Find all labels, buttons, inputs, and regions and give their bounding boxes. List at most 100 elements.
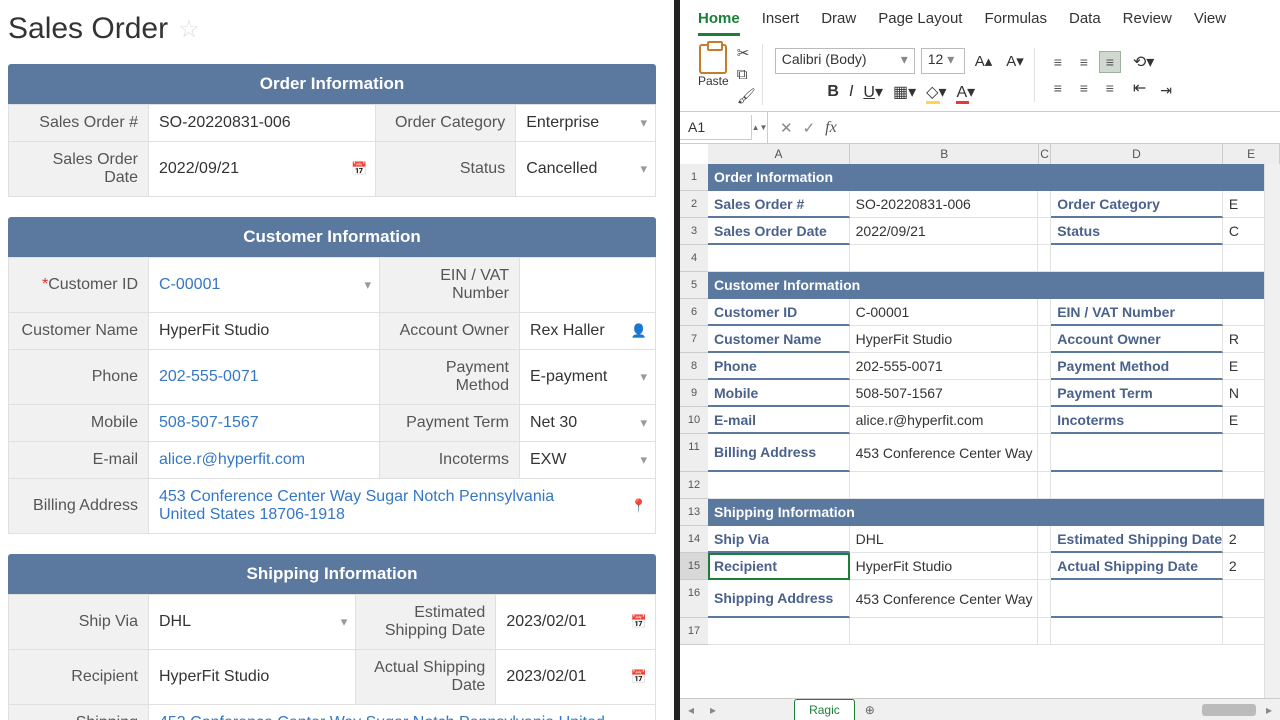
align-middle-icon[interactable]: ≡ [1073,51,1095,73]
value-payment-method[interactable]: E-payment▾ [519,350,655,405]
sheet-nav-prev[interactable]: ◂ [680,703,702,717]
value-est-ship-date[interactable]: 2023/02/01📅 [496,595,656,650]
grid-row[interactable]: Customer NameHyperFit StudioAccount Owne… [708,326,1280,353]
col-header-A[interactable]: A [708,144,850,164]
font-size-select[interactable]: 12 ▾ [921,48,965,74]
font-name-select[interactable]: Calibri (Body) ▾ [775,48,915,74]
value-email[interactable]: alice.r@hyperfit.com [149,442,380,479]
indent-right-icon[interactable]: ⇥ [1160,82,1172,99]
chevron-down-icon[interactable]: ▾ [640,369,647,385]
row-header-13[interactable]: 13 [680,499,708,526]
calendar-icon[interactable]: 📅 [631,614,647,630]
value-account-owner[interactable]: Rex Haller👤 [519,313,655,350]
chevron-down-icon[interactable]: ▾ [640,415,647,431]
add-sheet-button[interactable]: ⊕ [865,703,875,717]
sheet-nav-next[interactable]: ▸ [702,703,724,717]
value-customer-id[interactable]: C-00001▾ [149,258,380,313]
align-top-icon[interactable]: ≡ [1047,51,1069,73]
grid-row[interactable] [708,472,1280,499]
align-bottom-icon[interactable]: ≡ [1099,51,1121,73]
grid-row[interactable]: Order Information [708,164,1280,191]
chevron-down-icon[interactable]: ▾ [640,161,647,177]
column-headers[interactable]: ABCDE [708,144,1280,164]
col-header-E[interactable]: E [1223,144,1280,164]
grid-row[interactable]: Billing Address453 Conference Center Way… [708,434,1280,472]
fx-icon[interactable]: fx [825,119,837,137]
grid-row[interactable]: Mobile508-507-1567Payment TermN [708,380,1280,407]
row-header-7[interactable]: 7 [680,326,708,353]
paste-button[interactable]: Paste [698,44,729,88]
grid-row[interactable]: Shipping Information [708,499,1280,526]
vertical-scrollbar[interactable] [1264,150,1280,698]
chevron-down-icon[interactable]: ▾ [640,452,647,468]
value-order-no[interactable]: SO-20220831-006 [149,105,376,142]
value-shipping-addr[interactable]: 453 Conference Center Way Sugar Notch Pe… [149,705,656,720]
row-header-10[interactable]: 10 [680,407,708,434]
grid-row[interactable] [708,618,1280,645]
row-header-17[interactable]: 17 [680,618,708,645]
row-header-9[interactable]: 9 [680,380,708,407]
value-customer-name[interactable]: HyperFit Studio [149,313,380,350]
copy-icon[interactable]: ⧉ [737,66,756,83]
row-header-4[interactable]: 4 [680,245,708,272]
fill-color-button[interactable]: ◇▾ [926,82,946,102]
chevron-down-icon[interactable]: ▾ [341,614,348,630]
value-order-category[interactable]: Enterprise▾ [516,105,656,142]
row-header-5[interactable]: 5 [680,272,708,299]
underline-button[interactable]: U▾ [863,82,883,102]
row-header-15[interactable]: 15 [680,553,708,580]
font-color-button[interactable]: A▾ [956,82,975,102]
tab-home[interactable]: Home [698,6,740,36]
grid-row[interactable]: E-mailalice.r@hyperfit.comIncotermsE [708,407,1280,434]
align-right-icon[interactable]: ≡ [1099,77,1121,99]
value-mobile[interactable]: 508-507-1567 [149,405,380,442]
value-act-ship-date[interactable]: 2023/02/01📅 [496,650,656,705]
format-painter-icon[interactable]: 🖌 [737,87,756,105]
border-button[interactable]: ▦▾ [893,82,916,102]
bold-button[interactable]: B [827,83,839,101]
grid-row[interactable] [708,245,1280,272]
person-icon[interactable]: 👤 [631,323,647,339]
value-ein[interactable] [519,258,655,313]
grid-body[interactable]: Order InformationSales Order #SO-2022083… [708,164,1280,704]
tab-view[interactable]: View [1194,6,1226,36]
row-header-1[interactable]: 1 [680,164,708,191]
namebox-stepper[interactable]: ▲▼ [752,112,768,143]
row-header-2[interactable]: 2 [680,191,708,218]
value-status[interactable]: Cancelled▾ [516,142,656,197]
enter-formula-icon[interactable]: ✓ [803,119,816,137]
tab-data[interactable]: Data [1069,6,1101,36]
indent-left-icon[interactable]: ⇤ [1133,78,1154,98]
align-center-icon[interactable]: ≡ [1073,77,1095,99]
row-headers[interactable]: 1234567891011121314151617 [680,164,708,645]
grid-row[interactable]: Customer Information [708,272,1280,299]
cancel-formula-icon[interactable]: ✕ [780,119,793,137]
name-box[interactable]: A1 [680,115,752,140]
tab-formulas[interactable]: Formulas [984,6,1047,36]
grid-row[interactable]: Customer IDC-00001EIN / VAT Number [708,299,1280,326]
value-phone[interactable]: 202-555-0071 [149,350,380,405]
italic-button[interactable]: I [849,83,853,101]
favorite-star-icon[interactable]: ☆ [178,15,200,44]
row-header-11[interactable]: 11 [680,434,708,472]
calendar-icon[interactable]: 📅 [351,161,367,177]
row-header-6[interactable]: 6 [680,299,708,326]
value-billing-address[interactable]: 453 Conference Center Way Sugar Notch Pe… [149,479,656,534]
sheet-tab-ragic[interactable]: Ragic [794,699,855,720]
col-header-D[interactable]: D [1051,144,1223,164]
col-header-C[interactable]: C [1039,144,1050,164]
align-left-icon[interactable]: ≡ [1047,77,1069,99]
grid-row[interactable]: Phone202-555-0071Payment MethodE [708,353,1280,380]
grid-row[interactable]: Ship ViaDHLEstimated Shipping Date2 [708,526,1280,553]
value-incoterms[interactable]: EXW▾ [519,442,655,479]
value-order-date[interactable]: 2022/09/21📅 [149,142,376,197]
orientation-icon[interactable]: ⟲▾ [1133,52,1154,72]
value-recipient[interactable]: HyperFit Studio [149,650,356,705]
tab-draw[interactable]: Draw [821,6,856,36]
chevron-down-icon[interactable]: ▾ [640,115,647,131]
row-header-3[interactable]: 3 [680,218,708,245]
tab-page-layout[interactable]: Page Layout [878,6,962,36]
grid-row[interactable]: Sales Order #SO-20220831-006Order Catego… [708,191,1280,218]
col-header-B[interactable]: B [850,144,1039,164]
value-ship-via[interactable]: DHL▾ [149,595,356,650]
